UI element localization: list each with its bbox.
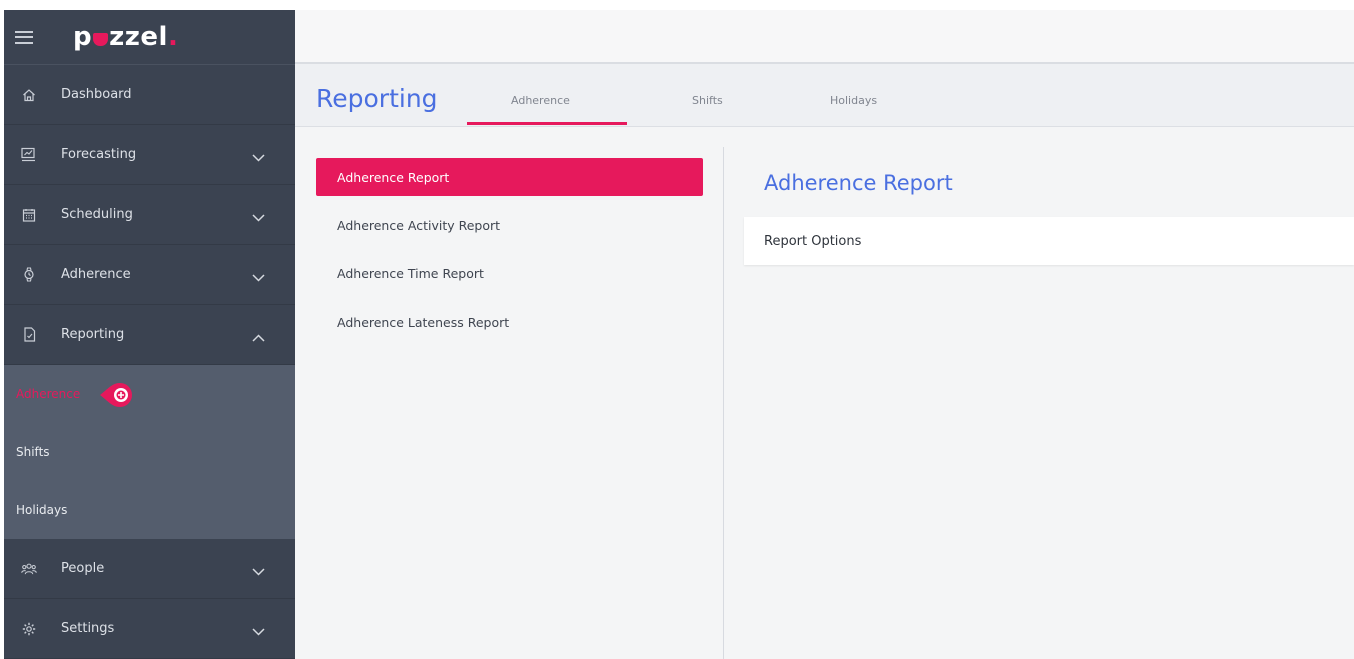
report-detail-title: Adherence Report xyxy=(764,171,953,195)
submenu-item-label: Adherence xyxy=(16,387,81,401)
report-options-panel[interactable]: Report Options xyxy=(744,217,1354,265)
top-bar xyxy=(295,10,1354,64)
logo-u-mark-icon xyxy=(93,33,109,46)
report-link-adherence-time-report[interactable]: Adherence Time Report xyxy=(316,254,703,292)
report-link-adherence-lateness-report[interactable]: Adherence Lateness Report xyxy=(316,303,703,341)
tab-shifts[interactable]: Shifts xyxy=(692,94,723,107)
submenu-item-shifts[interactable]: Shifts xyxy=(4,423,295,481)
chevron-up-icon[interactable] xyxy=(252,327,265,346)
column-divider xyxy=(723,147,724,659)
brand-bar: p zzel. xyxy=(4,10,295,65)
sidebar-item-label: Adherence xyxy=(61,267,131,282)
report-doc-icon xyxy=(21,327,37,343)
hamburger-menu-icon[interactable] xyxy=(15,30,33,44)
reporting-submenu: Adherence Shifts Holidays xyxy=(4,365,295,539)
app-window: pzzel. Dashboard Forecasting Scheduling xyxy=(0,0,1354,659)
tab-adherence[interactable]: Adherence xyxy=(511,94,570,107)
report-options-label: Report Options xyxy=(764,234,862,249)
sidebar-item-people[interactable]: People xyxy=(4,539,295,599)
watch-icon xyxy=(21,267,37,283)
calendar-icon xyxy=(21,207,37,223)
content-area: Adherence Report Adherence Activity Repo… xyxy=(295,127,1354,659)
chevron-down-icon[interactable] xyxy=(252,621,265,640)
report-link-label: Adherence Lateness Report xyxy=(337,314,510,330)
sidebar-item-dashboard[interactable]: Dashboard xyxy=(4,65,295,125)
submenu-item-holidays[interactable]: Holidays xyxy=(4,481,295,539)
sidebar: pzzel. Dashboard Forecasting Scheduling xyxy=(4,10,295,659)
submenu-item-label: Shifts xyxy=(16,445,50,459)
submenu-item-adherence[interactable]: Adherence xyxy=(4,365,295,423)
chevron-down-icon[interactable] xyxy=(252,147,265,166)
sidebar-item-label: People xyxy=(61,561,105,576)
report-link-adherence-report[interactable]: Adherence Report xyxy=(316,158,703,196)
puzzel-logo: p zzel. xyxy=(73,22,179,52)
sidebar-item-forecasting[interactable]: Forecasting xyxy=(4,125,295,185)
submenu-item-label: Holidays xyxy=(16,503,68,517)
sidebar-item-label: Scheduling xyxy=(61,207,133,222)
sidebar-item-label: Reporting xyxy=(61,327,125,342)
page-header: Reporting Adherence Shifts Holidays xyxy=(295,64,1354,127)
sidebar-item-scheduling[interactable]: Scheduling xyxy=(4,185,295,245)
location-pin-marker-icon xyxy=(98,379,134,409)
chevron-down-icon[interactable] xyxy=(252,561,265,580)
tab-holidays[interactable]: Holidays xyxy=(830,94,877,107)
report-link-adherence-activity-report[interactable]: Adherence Activity Report xyxy=(316,206,703,244)
sidebar-item-label: Settings xyxy=(61,621,115,636)
gear-icon xyxy=(21,621,37,637)
active-tab-indicator xyxy=(467,122,627,125)
page-title: Reporting xyxy=(316,84,438,113)
report-link-label: Adherence Report xyxy=(337,169,450,185)
sidebar-item-settings[interactable]: Settings xyxy=(4,599,295,659)
home-icon xyxy=(21,87,37,103)
report-link-label: Adherence Time Report xyxy=(337,265,484,281)
chevron-down-icon[interactable] xyxy=(252,207,265,226)
sidebar-item-label: Forecasting xyxy=(61,147,137,162)
sidebar-item-label: Dashboard xyxy=(61,87,132,102)
people-icon xyxy=(21,561,37,577)
sidebar-item-reporting[interactable]: Reporting xyxy=(4,305,295,365)
forecast-chart-icon xyxy=(21,147,37,163)
chevron-down-icon[interactable] xyxy=(252,267,265,286)
sidebar-item-adherence[interactable]: Adherence xyxy=(4,245,295,305)
report-link-label: Adherence Activity Report xyxy=(337,217,501,233)
